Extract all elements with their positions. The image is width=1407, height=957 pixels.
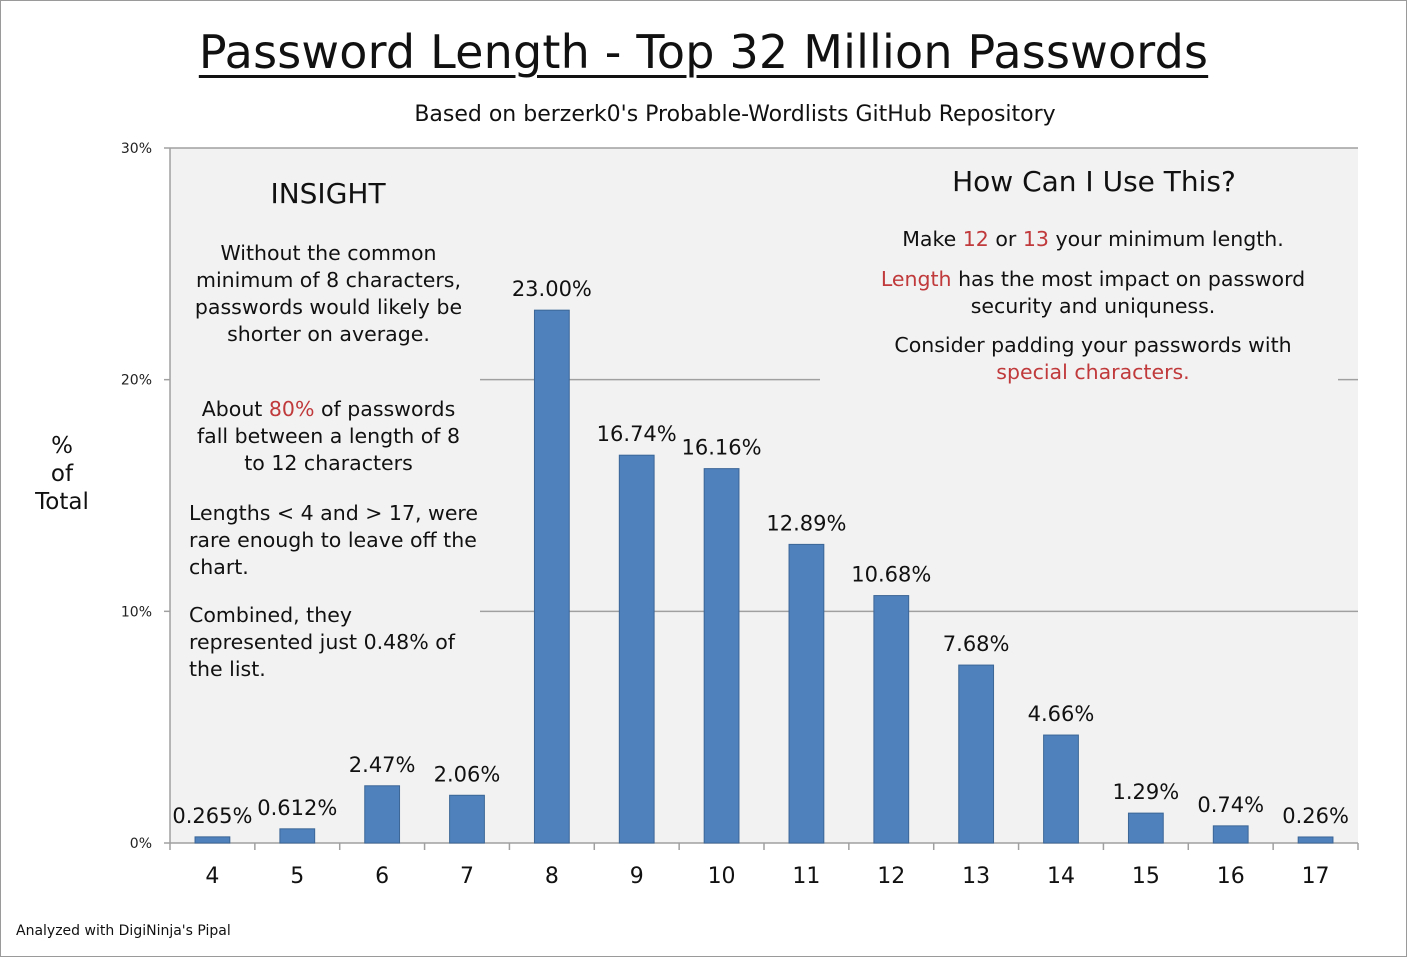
y-tick-label: 10% — [121, 604, 152, 620]
highlight-text: 80% — [268, 397, 315, 421]
data-label: 16.16% — [682, 436, 762, 460]
data-label: 2.47% — [349, 753, 416, 777]
how-paragraph: Length has the most impact on password s… — [850, 266, 1336, 320]
how-text: Consider padding your passwords with spe… — [850, 332, 1336, 386]
y-tick-label: 0% — [130, 836, 152, 852]
y-tick-label: 30% — [121, 141, 152, 157]
insight-text: Without the common minimum of 8 characte… — [194, 241, 463, 346]
insight-paragraph: Without the common minimum of 8 characte… — [186, 240, 471, 348]
how-heading: How Can I Use This? — [952, 165, 1236, 198]
highlight-text: 13 — [1022, 227, 1049, 251]
text-span: Make — [902, 227, 963, 251]
bar-chart: 0.265% 0.612% 2.47% 2.06% 23.00% 16.74%16.16%… — [121, 141, 1359, 889]
data-label: 0.74% — [1197, 793, 1264, 817]
bar — [449, 794, 485, 844]
x-tick-label: 8 — [545, 864, 559, 889]
x-tick-label: 10 — [708, 864, 736, 889]
insight-text: About 80% of passwords fall between a le… — [186, 396, 471, 477]
insight-text: Lengths < 4 and > 17, were rare enough t… — [189, 501, 479, 579]
x-tick-label: 16 — [1217, 864, 1245, 889]
x-tick-label: 11 — [792, 864, 820, 889]
data-label: 10.68% — [851, 563, 931, 587]
highlight-text: 12 — [962, 227, 989, 251]
data-label: 0.265% — [172, 804, 252, 828]
bar — [1212, 825, 1249, 844]
data-label: 7.68% — [943, 632, 1010, 656]
y-axis-label: % of Total — [22, 432, 102, 516]
text-span: or — [988, 227, 1023, 251]
x-tick-label: 13 — [962, 864, 990, 889]
bar — [958, 664, 995, 844]
text-span: your minimum length. — [1048, 227, 1284, 251]
data-label: 12.89% — [766, 511, 846, 535]
text-span: About — [201, 397, 269, 421]
bar — [1127, 812, 1164, 844]
data-label: 23.00% — [512, 277, 592, 301]
data-label: 2.06% — [434, 762, 501, 786]
insight-text: Combined, they represented just 0.48% of… — [189, 603, 455, 681]
how-paragraph: Consider padding your passwords with spe… — [850, 332, 1336, 386]
highlight-text: Length — [880, 267, 952, 291]
how-text: Length has the most impact on password s… — [850, 266, 1336, 320]
insight-paragraph: Lengths < 4 and > 17, were rare enough t… — [189, 500, 479, 581]
bar — [533, 309, 570, 844]
footer-credit: Analyzed with DigiNinja's Pipal — [16, 923, 231, 939]
data-label: 1.29% — [1112, 780, 1179, 804]
bar — [1297, 836, 1334, 844]
bar — [279, 828, 316, 844]
data-label: 0.612% — [257, 796, 337, 820]
how-text: Make 12 or 13 your minimum length. — [860, 226, 1326, 253]
bar — [194, 836, 231, 844]
bar — [364, 785, 401, 844]
insight-paragraph: Combined, they represented just 0.48% of… — [189, 602, 479, 683]
insight-paragraph: About 80% of passwords fall between a le… — [186, 396, 471, 477]
data-label: 16.74% — [597, 422, 677, 446]
x-tick-label: 9 — [630, 864, 644, 889]
bar — [618, 454, 655, 844]
how-paragraph: Make 12 or 13 your minimum length. — [860, 226, 1326, 253]
y-axis-label-line: % — [51, 433, 73, 459]
data-label: 4.66% — [1028, 702, 1095, 726]
x-tick-label: 7 — [460, 864, 474, 889]
y-axis-label-line: of — [50, 461, 74, 487]
x-tick-label: 14 — [1047, 864, 1075, 889]
bar — [1043, 734, 1079, 844]
bar — [703, 468, 740, 844]
text-span: has the most impact on password security… — [951, 267, 1306, 318]
x-tick-label: 17 — [1302, 864, 1330, 889]
x-tick-label: 15 — [1132, 864, 1160, 889]
bar — [788, 543, 825, 844]
x-tick-label: 6 — [375, 864, 389, 889]
x-tick-label: 12 — [877, 864, 905, 889]
x-tick-label: 4 — [205, 864, 219, 889]
y-axis-label-line: Total — [35, 489, 89, 515]
x-tick-label: 5 — [290, 864, 304, 889]
text-span: Consider padding your passwords with — [894, 333, 1292, 357]
data-label: 0.26% — [1282, 804, 1349, 828]
insight-heading: INSIGHT — [270, 177, 386, 210]
bar — [873, 595, 910, 844]
highlight-text: special characters. — [996, 360, 1190, 384]
y-tick-label: 20% — [121, 373, 152, 389]
